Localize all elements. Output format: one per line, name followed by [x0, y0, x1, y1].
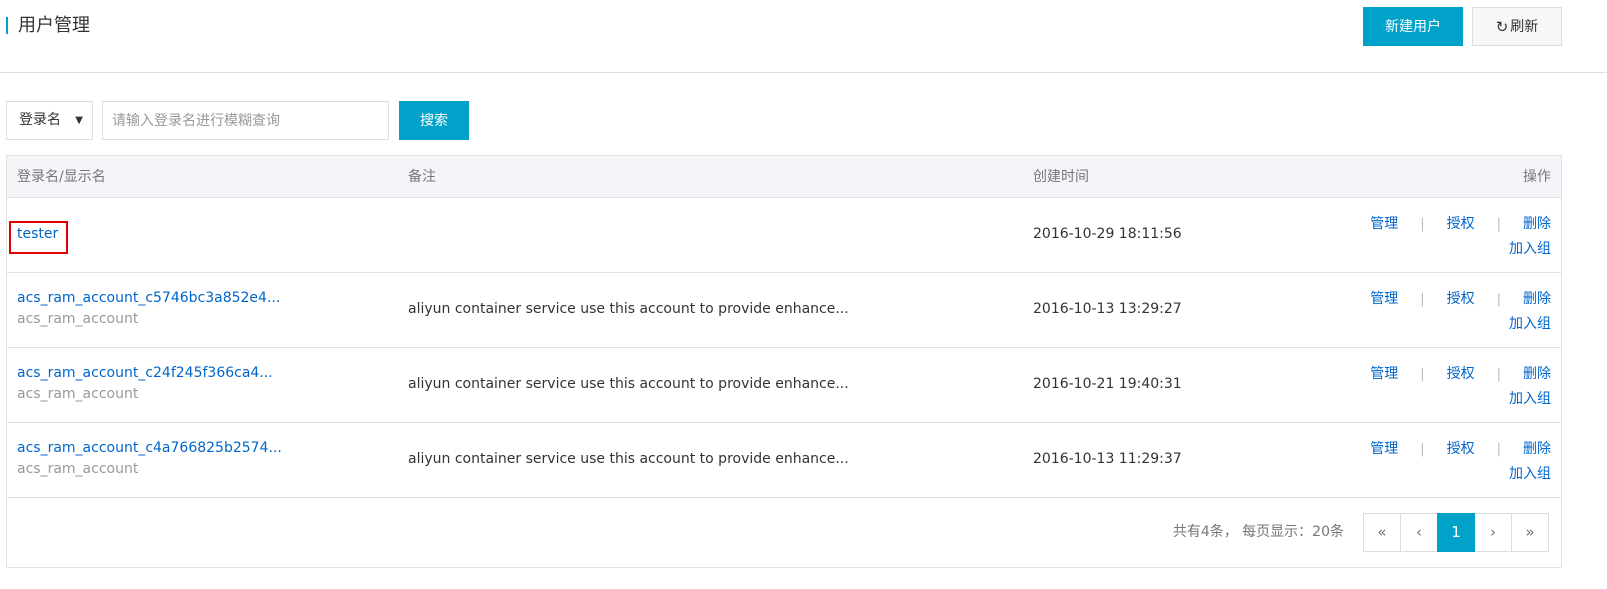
- pagination-info: 共有4条， 每页显示：20条: [1172, 524, 1344, 540]
- manage-link[interactable]: 管理: [1370, 291, 1398, 307]
- table-row: acs_ram_account_c5746bc3a852e4... acs_ra…: [7, 273, 1561, 348]
- page-header: 用户管理 新建用户 ↻ 刷新: [0, 0, 1607, 73]
- authorize-link[interactable]: 授权: [1447, 441, 1475, 457]
- column-header-actions: 操作: [1523, 169, 1551, 185]
- next-page-button[interactable]: ›: [1474, 513, 1512, 552]
- search-field-select[interactable]: 登录名 ▼: [6, 101, 93, 140]
- column-header-created: 创建时间: [1033, 169, 1089, 185]
- user-name-link[interactable]: acs_ram_account_c24f245f366ca4...: [17, 365, 273, 381]
- action-separator: |: [1420, 367, 1425, 382]
- delete-link[interactable]: 删除: [1523, 216, 1551, 232]
- authorize-link[interactable]: 授权: [1447, 366, 1475, 382]
- first-page-button[interactable]: «: [1363, 513, 1401, 552]
- row-actions: 管理 | 授权 | 删除 加入组: [1361, 287, 1551, 336]
- caret-down-icon: ▼: [75, 115, 83, 126]
- delete-link[interactable]: 删除: [1523, 366, 1551, 382]
- table-row: acs_ram_account_c24f245f366ca4... acs_ra…: [7, 348, 1561, 423]
- prev-page-button[interactable]: ‹: [1400, 513, 1438, 552]
- authorize-link[interactable]: 授权: [1447, 216, 1475, 232]
- add-to-group-link[interactable]: 加入组: [1509, 316, 1551, 332]
- remark-text: aliyun container service use this accoun…: [408, 301, 849, 317]
- action-separator: |: [1496, 217, 1501, 232]
- action-separator: |: [1496, 367, 1501, 382]
- display-name: acs_ram_account: [17, 386, 139, 402]
- add-to-group-link[interactable]: 加入组: [1509, 241, 1551, 257]
- manage-link[interactable]: 管理: [1370, 441, 1398, 457]
- refresh-label: 刷新: [1510, 18, 1539, 34]
- row-actions: 管理 | 授权 | 删除 加入组: [1361, 362, 1551, 411]
- add-to-group-link[interactable]: 加入组: [1509, 391, 1551, 407]
- column-header-remark: 备注: [408, 169, 436, 185]
- manage-link[interactable]: 管理: [1370, 366, 1398, 382]
- action-separator: |: [1496, 292, 1501, 307]
- last-page-button[interactable]: »: [1511, 513, 1549, 552]
- search-input[interactable]: [102, 101, 389, 140]
- column-header-name: 登录名/显示名: [17, 169, 106, 185]
- page-title: 用户管理: [18, 15, 90, 36]
- user-name-link[interactable]: acs_ram_account_c4a766825b2574...: [17, 440, 282, 456]
- user-table: 登录名/显示名 备注 创建时间 操作 tester 2016-10-29 18:…: [6, 155, 1562, 568]
- created-time: 2016-10-29 18:11:56: [1033, 226, 1182, 242]
- page-1-button[interactable]: 1: [1437, 513, 1475, 552]
- remark-text: aliyun container service use this accoun…: [408, 376, 849, 392]
- manage-link[interactable]: 管理: [1370, 216, 1398, 232]
- user-name-link[interactable]: acs_ram_account_c5746bc3a852e4...: [17, 290, 280, 306]
- created-time: 2016-10-13 11:29:37: [1033, 451, 1182, 467]
- search-button[interactable]: 搜索: [399, 101, 469, 140]
- add-to-group-link[interactable]: 加入组: [1509, 466, 1551, 482]
- refresh-icon: ↻: [1495, 19, 1509, 36]
- action-separator: |: [1420, 217, 1425, 232]
- pagination: « ‹ 1 › »: [1363, 513, 1549, 552]
- table-row: tester 2016-10-29 18:11:56 管理 | 授权 | 删除 加入组: [7, 198, 1561, 273]
- remark-text: aliyun container service use this accoun…: [408, 451, 849, 467]
- delete-link[interactable]: 删除: [1523, 291, 1551, 307]
- action-separator: |: [1496, 442, 1501, 457]
- row-actions: 管理 | 授权 | 删除 加入组: [1361, 212, 1551, 261]
- user-name-link[interactable]: tester: [17, 226, 58, 242]
- table-header: 登录名/显示名 备注 创建时间 操作: [7, 156, 1561, 198]
- display-name: acs_ram_account: [17, 311, 139, 327]
- created-time: 2016-10-21 19:40:31: [1033, 376, 1182, 392]
- refresh-button[interactable]: ↻ 刷新: [1472, 7, 1562, 46]
- new-user-button[interactable]: 新建用户: [1363, 7, 1463, 46]
- row-actions: 管理 | 授权 | 删除 加入组: [1361, 437, 1551, 486]
- action-separator: |: [1420, 442, 1425, 457]
- display-name: acs_ram_account: [17, 461, 139, 477]
- authorize-link[interactable]: 授权: [1447, 291, 1475, 307]
- title-accent-bar: [6, 17, 8, 34]
- created-time: 2016-10-13 13:29:27: [1033, 301, 1182, 317]
- delete-link[interactable]: 删除: [1523, 441, 1551, 457]
- table-row: acs_ram_account_c4a766825b2574... acs_ra…: [7, 423, 1561, 498]
- action-separator: |: [1420, 292, 1425, 307]
- search-field-select-value: 登录名: [19, 112, 61, 128]
